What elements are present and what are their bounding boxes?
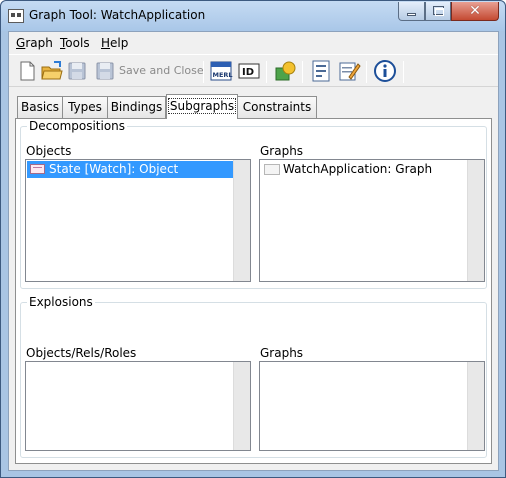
- title-bar[interactable]: Graph Tool: WatchApplication ✕: [1, 1, 505, 31]
- close-icon: ✕: [469, 3, 481, 19]
- toolbar-separator: [302, 61, 303, 83]
- new-document-icon[interactable]: [15, 59, 39, 83]
- vertical-scrollbar[interactable]: [233, 160, 250, 281]
- toolbar-separator: [366, 61, 367, 83]
- id-icon[interactable]: ID: [237, 59, 261, 83]
- object-icon: [30, 164, 45, 174]
- tab-types[interactable]: Types: [62, 96, 108, 118]
- decomp-graphs-list[interactable]: WatchApplication: Graph: [259, 159, 485, 282]
- toolbar-separator: [403, 61, 404, 83]
- minimize-button[interactable]: [398, 2, 425, 21]
- window-title: Graph Tool: WatchApplication: [29, 8, 206, 22]
- vertical-scrollbar[interactable]: [233, 362, 250, 450]
- maximize-icon: [433, 6, 444, 16]
- subgraphs-panel: Decompositions Objects Graphs State [Wat…: [15, 118, 492, 464]
- list-item[interactable]: State [Watch]: Object: [27, 161, 234, 178]
- decomp-objects-label: Objects: [26, 144, 72, 158]
- explosion-graphs-label: Graphs: [260, 346, 304, 360]
- menu-bar: Graph Tools Help: [9, 32, 498, 54]
- save-and-close-button[interactable]: Save and Close: [119, 64, 204, 77]
- toolbar-separator: [203, 61, 204, 83]
- explosion-graphs-list[interactable]: [259, 361, 485, 451]
- explosion-objects-list[interactable]: [25, 361, 251, 451]
- save-and-close-disk-icon[interactable]: [93, 59, 117, 83]
- client-area: Graph Tools Help Save and Close MERL ID …: [8, 31, 499, 471]
- open-folder-icon[interactable]: [40, 59, 64, 83]
- vertical-scrollbar[interactable]: [467, 160, 484, 281]
- decomp-objects-list[interactable]: State [Watch]: Object: [25, 159, 251, 282]
- decompositions-title: Decompositions: [27, 119, 128, 133]
- graph-icon: [264, 164, 280, 175]
- menu-help[interactable]: Help: [101, 36, 128, 50]
- svg-text:ID: ID: [242, 67, 254, 78]
- tab-basics[interactable]: Basics: [17, 96, 63, 118]
- graph-tool-window: Graph Tool: WatchApplication ✕ Graph Too…: [0, 0, 506, 478]
- save-disk-icon[interactable]: [65, 59, 89, 83]
- menu-tools[interactable]: Tools: [60, 36, 90, 50]
- tab-subgraphs[interactable]: Subgraphs: [166, 94, 238, 119]
- maximize-button[interactable]: [425, 2, 451, 21]
- tab-bindings[interactable]: Bindings: [107, 96, 166, 118]
- list-item[interactable]: WatchApplication: Graph: [261, 161, 468, 178]
- explosions-title: Explosions: [27, 295, 95, 309]
- tab-constraints[interactable]: Constraints: [237, 96, 317, 118]
- app-icon[interactable]: [8, 9, 24, 23]
- toolbar-separator: [266, 61, 267, 83]
- decomp-graphs-label: Graphs: [260, 144, 304, 158]
- edit-icon[interactable]: [337, 59, 361, 83]
- explosion-objects-label: Objects/Rels/Roles: [26, 346, 137, 360]
- menu-graph[interactable]: Graph: [16, 36, 53, 50]
- info-icon[interactable]: [373, 59, 397, 83]
- toolbar: Save and Close MERL ID: [9, 54, 498, 87]
- vertical-scrollbar[interactable]: [467, 362, 484, 450]
- svg-text:MERL: MERL: [213, 71, 233, 79]
- shapes-icon[interactable]: [273, 59, 297, 83]
- merl-icon[interactable]: MERL: [209, 59, 233, 83]
- close-button[interactable]: ✕: [451, 2, 499, 21]
- minimize-icon: [407, 13, 416, 16]
- form-icon[interactable]: [309, 59, 333, 83]
